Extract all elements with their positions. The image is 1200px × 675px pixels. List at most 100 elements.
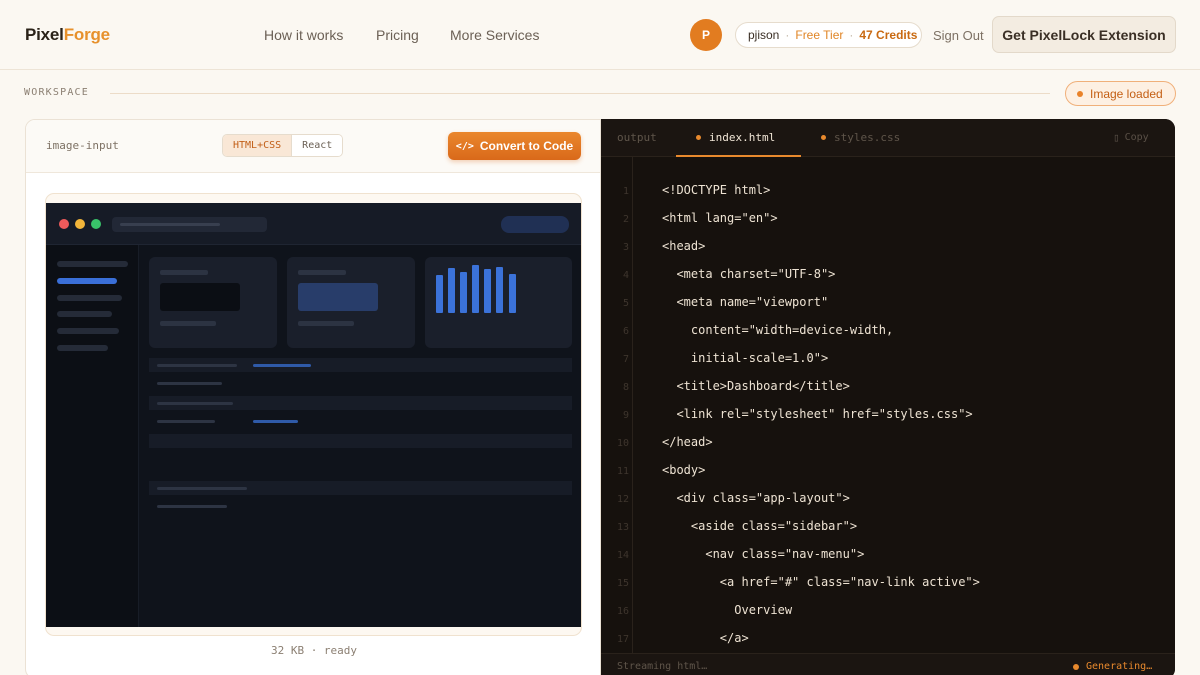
line-number: 12 [616, 494, 629, 505]
code-status-bar: Streaming html… Generating… [601, 653, 1175, 675]
logo-text-forge: Forge [63, 25, 110, 44]
line-number: 10 [616, 438, 629, 449]
preview-sidebar-line [57, 311, 112, 317]
sign-out-link[interactable]: Sign Out [933, 28, 984, 43]
tab-index-html-label: index.html [709, 131, 776, 144]
preview-card-1 [149, 257, 277, 348]
convert-button-label: Convert to Code [479, 139, 574, 153]
preview-sidebar-line-active [57, 278, 117, 284]
line-number: 4 [622, 270, 629, 281]
preview-header-button [501, 216, 569, 233]
file-dot-icon [821, 135, 826, 140]
input-panel-title: image-input [46, 139, 119, 152]
code-line: Overview [662, 603, 793, 617]
logo-text-pixel: Pixel [25, 25, 64, 44]
separator-dot: · [849, 28, 854, 42]
workspace-label: WORKSPACE [24, 87, 89, 98]
preview-url-bar [112, 217, 267, 232]
separator-dot: · [785, 28, 790, 42]
code-line: initial-scale=1.0"> [662, 351, 829, 365]
code-line: <head> [662, 239, 706, 253]
preview-row [149, 396, 572, 410]
convert-to-code-button[interactable]: </> Convert to Code [448, 132, 581, 160]
line-number: 6 [622, 326, 629, 337]
tier-label: Free Tier [795, 28, 844, 42]
code-line: </a> [662, 631, 749, 645]
green-dot-icon [91, 219, 101, 229]
line-number: 15 [616, 578, 629, 589]
format-html-css[interactable]: HTML+CSS [223, 135, 293, 156]
code-line: <title>Dashboard</title> [662, 379, 850, 393]
code-output-panel: output index.html styles.css ▯ Copy 1234… [601, 119, 1175, 675]
preview-row [149, 481, 572, 495]
code-line: content="width=device-width, [662, 323, 894, 337]
code-line: <body> [662, 463, 706, 477]
line-number: 3 [622, 242, 629, 253]
line-number: 16 [616, 606, 629, 617]
line-number: 7 [622, 354, 629, 365]
line-number: 11 [616, 466, 629, 477]
generating-status: Generating… [1073, 661, 1152, 672]
line-number: 2 [622, 214, 629, 225]
code-line: <meta name="viewport" [662, 295, 829, 309]
preview-sidebar-line [57, 345, 108, 351]
preview-browser-bar [46, 203, 581, 245]
code-line: <!DOCTYPE html> [662, 183, 771, 197]
tab-index-html[interactable]: index.html [696, 131, 775, 144]
preview-sidebar-line [57, 295, 122, 301]
copy-button[interactable]: ▯ Copy [1113, 131, 1149, 144]
code-icon: </> [455, 140, 474, 152]
nav-pricing[interactable]: Pricing [376, 27, 419, 43]
code-line: <html lang="en"> [662, 211, 778, 225]
workspace-divider [110, 93, 1050, 94]
code-line: <link rel="stylesheet" href="styles.css"… [662, 407, 973, 421]
account-pill[interactable]: pjison · Free Tier · 47 Credits [735, 22, 922, 48]
uploaded-screenshot-preview [46, 203, 581, 627]
format-react[interactable]: React [292, 135, 343, 156]
preview-card-3 [425, 257, 572, 348]
active-tab-underline [676, 155, 801, 157]
code-line: <div class="app-layout"> [662, 491, 850, 505]
status-dot-icon [1077, 90, 1083, 97]
red-dot-icon [59, 219, 69, 229]
line-number: 17 [616, 634, 629, 645]
clipboard-icon: ▯ [1113, 131, 1120, 144]
file-dot-icon [696, 135, 701, 140]
code-line: </head> [662, 435, 713, 449]
code-line: <a href="#" class="nav-link active"> [662, 575, 980, 589]
copy-label: Copy [1124, 132, 1149, 143]
tab-styles-css[interactable]: styles.css [821, 131, 900, 144]
code-tabs: output index.html styles.css ▯ Copy [601, 119, 1175, 157]
tab-output-label: output [617, 131, 657, 144]
logo[interactable]: PixelForge [25, 25, 110, 45]
code-line: <aside class="sidebar"> [662, 519, 858, 533]
input-panel-header: image-input HTML+CSS React </> Convert t… [26, 120, 600, 173]
image-input-panel: image-input HTML+CSS React </> Convert t… [25, 119, 601, 675]
image-preview-card[interactable] [45, 193, 582, 636]
nav-more-services[interactable]: More Services [450, 27, 539, 43]
preview-sidebar-line [57, 328, 119, 334]
generating-label: Generating… [1086, 661, 1153, 672]
preview-card-2 [287, 257, 415, 348]
nav-how-it-works[interactable]: How it works [264, 27, 343, 43]
get-extension-button[interactable]: Get PixelLock Extension [992, 16, 1176, 53]
file-meta: 32 KB · ready [270, 644, 358, 657]
credits-count: 47 Credits [859, 28, 918, 42]
line-number-gutter: 1 2 3 4 5 6 7 8 9 10 11 12 13 14 15 16 17 [601, 157, 633, 654]
format-toggle: HTML+CSS React [222, 134, 344, 157]
yellow-dot-icon [75, 219, 85, 229]
line-number: 13 [616, 522, 629, 533]
avatar[interactable]: P [690, 19, 722, 51]
preview-row [149, 434, 572, 448]
top-header: PixelForge How it works Pricing More Ser… [0, 0, 1200, 70]
preview-sidebar-line [57, 261, 128, 267]
line-number: 14 [616, 550, 629, 561]
line-number: 1 [622, 186, 629, 197]
image-loaded-badge: Image loaded [1065, 81, 1176, 106]
line-number: 5 [622, 298, 629, 309]
line-number: 9 [622, 410, 629, 421]
tab-output[interactable]: output [617, 131, 657, 144]
tab-styles-css-label: styles.css [834, 131, 901, 144]
image-loaded-text: Image loaded [1090, 86, 1163, 101]
preview-row [149, 358, 572, 372]
